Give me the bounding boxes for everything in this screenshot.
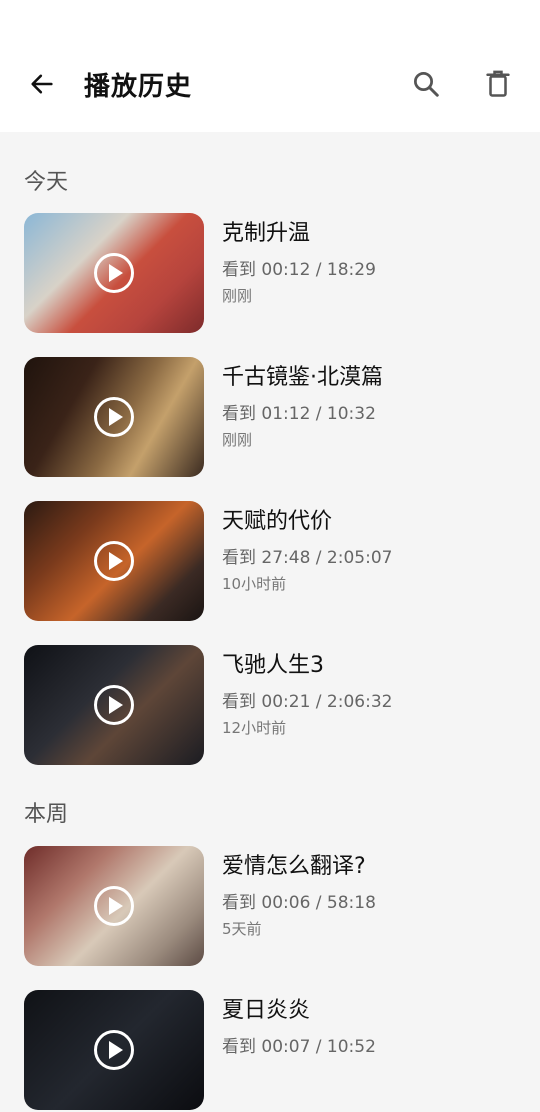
watch-progress: 看到 01:12 / 10:32	[222, 404, 376, 424]
video-title: 天赋的代价	[222, 509, 333, 534]
video-thumbnail	[24, 645, 204, 765]
watch-progress: 看到 00:21 / 2:06:32	[222, 692, 393, 712]
video-title: 千古镜鉴·北漠篇	[222, 365, 383, 390]
play-icon	[94, 685, 134, 725]
video-title: 爱情怎么翻译?	[222, 854, 366, 879]
watched-time: 10小时前	[222, 575, 287, 593]
video-thumbnail	[24, 501, 204, 621]
history-item[interactable]: 千古镜鉴·北漠篇 看到 01:12 / 10:32 刚刚	[0, 357, 540, 479]
play-icon	[94, 541, 134, 581]
history-item[interactable]: 克制升温 看到 00:12 / 18:29 刚刚	[0, 213, 540, 335]
video-title: 夏日炎炎	[222, 998, 311, 1023]
trash-icon	[486, 70, 510, 97]
play-icon	[94, 886, 134, 926]
watch-progress: 看到 00:07 / 10:52	[222, 1037, 376, 1057]
page-title: 播放历史	[84, 72, 193, 102]
watch-progress: 看到 00:06 / 58:18	[222, 893, 376, 913]
play-icon	[94, 397, 134, 437]
video-thumbnail	[24, 213, 204, 333]
watch-progress: 看到 27:48 / 2:05:07	[222, 548, 393, 568]
search-button[interactable]	[404, 64, 448, 104]
video-thumbnail	[24, 357, 204, 477]
play-icon	[94, 1030, 134, 1070]
watch-progress: 看到 00:12 / 18:29	[222, 260, 376, 280]
watched-time: 12小时前	[222, 719, 287, 737]
search-icon	[414, 72, 439, 97]
arrow-left-icon	[31, 74, 53, 94]
history-item[interactable]: 飞驰人生3 看到 00:21 / 2:06:32 12小时前	[0, 645, 540, 767]
play-icon	[94, 253, 134, 293]
video-title: 克制升温	[222, 221, 311, 246]
watched-time: 5天前	[222, 920, 262, 938]
section-header-this-week: 本周	[24, 802, 69, 827]
history-item[interactable]: 爱情怎么翻译? 看到 00:06 / 58:18 5天前	[0, 846, 540, 968]
section-header-today: 今天	[24, 170, 69, 195]
top-app-bar: 播放历史	[0, 0, 540, 132]
video-thumbnail	[24, 990, 204, 1110]
history-item[interactable]: 天赋的代价 看到 27:48 / 2:05:07 10小时前	[0, 501, 540, 623]
back-button[interactable]	[22, 64, 62, 104]
watched-time: 刚刚	[222, 287, 253, 305]
video-title: 飞驰人生3	[222, 653, 324, 678]
video-thumbnail	[24, 846, 204, 966]
watched-time: 刚刚	[222, 431, 253, 449]
history-item[interactable]: 夏日炎炎 看到 00:07 / 10:52	[0, 990, 540, 1112]
delete-button[interactable]	[476, 64, 520, 104]
